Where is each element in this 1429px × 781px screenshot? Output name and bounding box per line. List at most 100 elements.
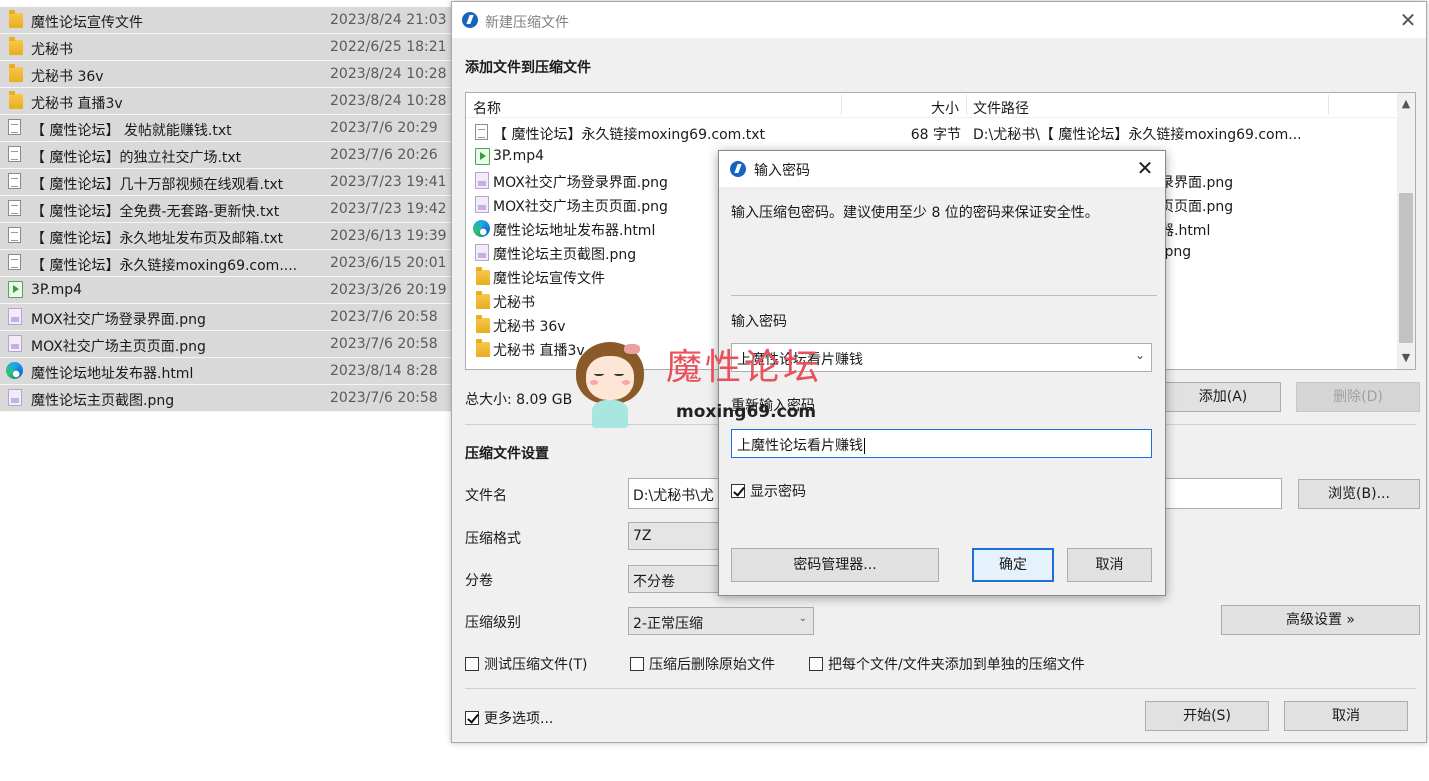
level-select[interactable]: 2-正常压缩 ⌄: [628, 607, 814, 635]
cancel-button[interactable]: 取消: [1284, 701, 1408, 731]
file-path: 器.html: [1160, 223, 1211, 239]
split-value: 不分卷: [633, 574, 675, 590]
explorer-file-list: 魔性论坛宣传文件 2023/8/24 21:03 尤秘书 2022/6/25 18:2…: [0, 7, 452, 412]
file-name: MOX社交广场主页页面.png: [31, 339, 206, 355]
show-password-checkbox[interactable]: 显示密码: [731, 481, 806, 501]
delete-button[interactable]: 删除(D): [1296, 382, 1420, 412]
explorer-row[interactable]: 3P.mp4 2023/3/26 20:19: [0, 277, 452, 304]
explorer-row[interactable]: 【 魔性论坛】 发帖就能赚钱.txt 2023/7/6 20:29: [0, 115, 452, 142]
file-date: 2023/8/24 10:28: [330, 66, 447, 82]
column-path[interactable]: 文件路径: [973, 98, 1029, 118]
folder-icon: [473, 339, 490, 359]
checkbox-box[interactable]: [465, 657, 479, 671]
total-size: 总大小: 8.09 GB: [465, 392, 573, 408]
file-date: 2023/7/6 20:58: [330, 309, 438, 325]
test-archive-label: 测试压缩文件(T): [484, 657, 588, 673]
text-file-icon: [6, 146, 23, 165]
explorer-row[interactable]: MOX社交广场主页页面.png 2023/7/6 20:58: [0, 331, 452, 358]
advanced-settings-button[interactable]: 高级设置 »: [1221, 605, 1420, 635]
browse-button[interactable]: 浏览(B)...: [1298, 479, 1420, 509]
file-date: 2023/8/24 10:28: [330, 93, 447, 109]
column-size[interactable]: 大小: [931, 98, 959, 118]
explorer-row[interactable]: 【 魔性论坛】的独立社交广场.txt 2023/7/6 20:26: [0, 142, 452, 169]
password-manager-button[interactable]: 密码管理器...: [731, 548, 939, 582]
folder-icon: [6, 37, 23, 57]
scroll-thumb[interactable]: [1399, 193, 1413, 343]
password-dialog-title: 输入密码: [754, 163, 810, 179]
app-logo-icon: [462, 12, 478, 28]
file-name: 【 魔性论坛】的独立社交广场.txt: [31, 150, 242, 166]
edge-browser-icon: [473, 220, 490, 239]
explorer-row[interactable]: 尤秘书 直播3v 2023/8/24 10:28: [0, 88, 452, 115]
explorer-row[interactable]: 尤秘书 2022/6/25 18:21: [0, 34, 452, 61]
file-name: MOX社交广场主页页面.png: [493, 199, 668, 215]
format-label: 压缩格式: [465, 531, 521, 547]
file-size: 68 字节: [910, 127, 961, 143]
checkbox-box[interactable]: [731, 484, 745, 498]
explorer-row[interactable]: 【 魔性论坛】永久地址发布页及邮箱.txt 2023/6/13 19:39: [0, 223, 452, 250]
file-name: 【 魔性论坛】几十万部视频在线观看.txt: [31, 177, 284, 193]
close-icon[interactable]: ✕: [1396, 8, 1420, 32]
mascot-girl-icon: [572, 342, 650, 434]
text-file-icon: [6, 200, 23, 219]
file-path: 页页面.png: [1160, 199, 1234, 215]
folder-icon: [473, 315, 490, 335]
close-icon[interactable]: ✕: [1133, 156, 1157, 180]
explorer-row[interactable]: 魔性论坛主页截图.png 2023/7/6 20:58: [0, 385, 452, 412]
file-name: 【 魔性论坛】永久链接moxing69.com....: [31, 258, 298, 274]
show-password-label: 显示密码: [750, 484, 806, 500]
file-name: 尤秘书: [31, 42, 73, 58]
watermark-url: moxing69.com: [676, 402, 817, 422]
explorer-row[interactable]: 【 魔性论坛】几十万部视频在线观看.txt 2023/7/23 19:41: [0, 169, 452, 196]
text-file-icon: [6, 119, 23, 138]
file-path: 录界面.png: [1160, 175, 1234, 191]
file-name: 尤秘书 36v: [493, 319, 566, 335]
password-label: 输入密码: [731, 314, 787, 330]
checkbox-box[interactable]: [630, 657, 644, 671]
image-file-icon: [473, 244, 490, 263]
explorer-row[interactable]: 魔性论坛地址发布器.html 2023/8/14 8:28: [0, 358, 452, 385]
file-date: 2023/3/26 20:19: [330, 282, 447, 298]
password-cancel-button[interactable]: 取消: [1067, 548, 1152, 582]
password-hint: 输入压缩包密码。建议使用至少 8 位的密码来保证安全性。: [731, 205, 1099, 221]
image-file-icon: [473, 196, 490, 215]
file-name: 3P.mp4: [493, 148, 545, 164]
explorer-row[interactable]: 尤秘书 36v 2023/8/24 10:28: [0, 61, 452, 88]
file-name: 【 魔性论坛】 发帖就能赚钱.txt: [31, 123, 232, 139]
explorer-row[interactable]: MOX社交广场登录界面.png 2023/7/6 20:58: [0, 304, 452, 331]
file-date: 2023/8/14 8:28: [330, 363, 438, 379]
explorer-row[interactable]: 魔性论坛宣传文件 2023/8/24 21:03: [0, 7, 452, 34]
explorer-row[interactable]: 【 魔性论坛】全免费-无套路-更新快.txt 2023/7/23 19:42: [0, 196, 452, 223]
checkbox-box[interactable]: [809, 657, 823, 671]
image-file-icon: [6, 335, 23, 354]
separate-archives-checkbox[interactable]: 把每个文件/文件夹添加到单独的压缩文件: [809, 654, 1085, 674]
folder-icon: [6, 64, 23, 84]
start-button[interactable]: 开始(S): [1145, 701, 1269, 731]
ok-button[interactable]: 确定: [972, 548, 1054, 582]
folder-icon: [6, 91, 23, 111]
file-date: 2023/6/15 20:01: [330, 255, 447, 271]
file-path: D:\尤秘书\【 魔性论坛】永久链接moxing69.com...: [973, 127, 1302, 143]
test-archive-checkbox[interactable]: 测试压缩文件(T): [465, 654, 587, 674]
add-button[interactable]: 添加(A): [1165, 382, 1281, 412]
explorer-row[interactable]: 【 魔性论坛】永久链接moxing69.com.... 2023/6/15 20:…: [0, 250, 452, 277]
more-options-checkbox[interactable]: 更多选项...: [465, 708, 553, 728]
chevron-down-icon[interactable]: ⌄: [1135, 348, 1145, 362]
file-name: 尤秘书 直播3v: [31, 96, 123, 112]
folder-icon: [6, 10, 23, 30]
file-name: 魔性论坛宣传文件: [31, 15, 143, 31]
checkbox-box[interactable]: [465, 711, 479, 725]
file-date: 2023/6/13 19:39: [330, 228, 447, 244]
file-date: 2023/7/6 20:29: [330, 120, 438, 136]
scroll-down-icon[interactable]: ▼: [1397, 349, 1415, 367]
column-name[interactable]: 名称: [473, 98, 501, 118]
vertical-scrollbar[interactable]: ▲ ▼: [1397, 93, 1415, 369]
folder-icon: [473, 291, 490, 311]
file-name: 【 魔性论坛】永久链接moxing69.com.txt: [493, 127, 766, 143]
delete-original-checkbox[interactable]: 压缩后删除原始文件: [630, 654, 775, 674]
scroll-up-icon[interactable]: ▲: [1397, 95, 1415, 113]
file-row[interactable]: 【 魔性论坛】永久链接moxing69.com.txt 68 字节 D:\尤秘书\【…: [466, 121, 1397, 145]
file-date: 2022/6/25 18:21: [330, 39, 447, 55]
image-file-icon: [6, 308, 23, 327]
watermark-title: 魔性论坛: [666, 347, 823, 388]
